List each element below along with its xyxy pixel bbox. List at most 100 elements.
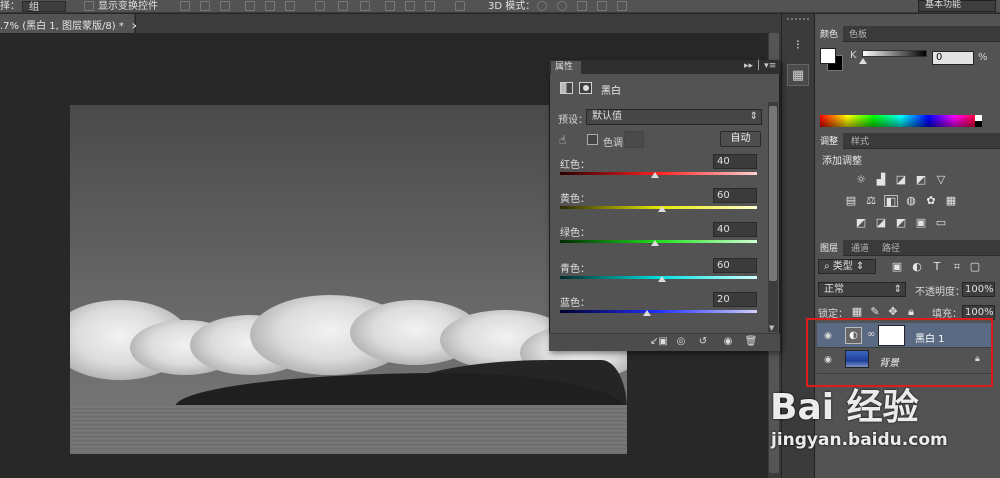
tab-layers[interactable]: 图层 bbox=[815, 240, 844, 256]
targeted-adjustment-hand-icon[interactable]: ☝ bbox=[559, 133, 566, 147]
curves-icon[interactable]: ◪ bbox=[894, 174, 908, 186]
align-top-icon[interactable] bbox=[180, 1, 190, 11]
k-channel-slider[interactable] bbox=[862, 50, 927, 57]
brightness-icon[interactable]: ☼ bbox=[854, 174, 868, 186]
sea bbox=[70, 405, 627, 454]
distribute-vcenter-icon[interactable] bbox=[338, 1, 348, 11]
align-left-icon[interactable] bbox=[245, 1, 255, 11]
slider-thumb[interactable] bbox=[650, 172, 659, 178]
opacity-label: 不透明度： bbox=[915, 287, 965, 298]
slider-value-field[interactable]: 40 bbox=[713, 222, 757, 237]
workspace-dropdown[interactable]: 基本功能 bbox=[918, 0, 996, 12]
k-value-field[interactable]: 0 bbox=[932, 51, 974, 65]
distribute-top-icon[interactable] bbox=[315, 1, 325, 11]
tab-properties[interactable]: 属性 bbox=[551, 61, 581, 74]
channel-mixer-icon[interactable]: ✿ bbox=[924, 195, 938, 207]
slider-value-field[interactable]: 60 bbox=[713, 258, 757, 273]
align-hcenter-icon[interactable] bbox=[265, 1, 275, 11]
threshold-icon[interactable]: ◩ bbox=[894, 217, 908, 229]
hue-saturation-icon[interactable]: ▤ bbox=[844, 195, 858, 207]
percent-label: % bbox=[978, 52, 988, 63]
selective-color-icon[interactable]: ▣ bbox=[914, 217, 928, 229]
tab-channels[interactable]: 通道 bbox=[846, 240, 874, 256]
3d-scale-icon[interactable] bbox=[617, 1, 627, 11]
foreground-color-swatch[interactable] bbox=[820, 48, 836, 64]
preset-dropdown[interactable]: 默认值 ⇕ bbox=[586, 109, 762, 125]
filter-adjustment-icon[interactable]: ◐ bbox=[910, 261, 924, 273]
distribute-left-icon[interactable] bbox=[385, 1, 395, 11]
adjustment-name: 黑白 bbox=[601, 86, 621, 97]
auto-align-icon[interactable] bbox=[455, 1, 465, 11]
tab-styles[interactable]: 样式 bbox=[846, 133, 874, 149]
exposure-icon[interactable]: ◩ bbox=[914, 174, 928, 186]
properties-scroll-thumb[interactable] bbox=[769, 106, 777, 281]
black-white-picker[interactable] bbox=[975, 115, 982, 127]
tint-checkbox[interactable] bbox=[587, 134, 598, 145]
filter-type-icon[interactable]: T bbox=[930, 261, 944, 273]
slider-value-field[interactable]: 40 bbox=[713, 154, 757, 169]
mask-icon[interactable] bbox=[579, 82, 592, 94]
search-icon: ⌕ bbox=[824, 261, 833, 272]
visibility-eye-icon[interactable]: ◉ bbox=[721, 336, 735, 348]
filter-smart-object-icon[interactable]: ▢ bbox=[968, 261, 982, 273]
layer-filter-dropdown[interactable]: ⌕ 类型 ⇕ bbox=[818, 259, 876, 274]
filter-pixel-icon[interactable]: ▣ bbox=[890, 261, 904, 273]
distribute-bottom-icon[interactable] bbox=[360, 1, 370, 11]
lock-image-icon[interactable]: ✎ bbox=[868, 306, 882, 318]
view-previous-state-icon[interactable]: ◎ bbox=[674, 336, 688, 348]
slider-value-field[interactable]: 60 bbox=[713, 188, 757, 203]
slider-track[interactable] bbox=[560, 310, 757, 313]
dock-grip[interactable] bbox=[787, 18, 809, 24]
reset-icon[interactable]: ↺ bbox=[696, 336, 710, 348]
lock-all-icon[interactable]: 🔒︎ bbox=[904, 306, 918, 318]
scroll-down-icon[interactable]: ▼ bbox=[769, 324, 774, 332]
filter-shape-icon[interactable]: ⌗ bbox=[950, 261, 964, 273]
slider-thumb[interactable] bbox=[650, 240, 659, 246]
slider-value-field[interactable]: 20 bbox=[713, 292, 757, 307]
tab-swatches[interactable]: 色板 bbox=[844, 26, 872, 42]
history-icon[interactable]: ⁝ bbox=[787, 35, 809, 57]
tint-color-swatch[interactable] bbox=[624, 131, 644, 148]
adjustment-type-icon bbox=[560, 82, 573, 94]
document-tab[interactable]: .7% (黑白 1, 图层蒙版/8) * × bbox=[0, 14, 139, 33]
show-transform-checkbox[interactable] bbox=[84, 1, 94, 11]
3d-rotate-icon[interactable] bbox=[537, 1, 547, 11]
levels-icon[interactable]: ▟ bbox=[874, 174, 888, 186]
delete-trash-icon[interactable]: 🗑︎ bbox=[744, 336, 758, 348]
color-lookup-icon[interactable]: ▦ bbox=[944, 195, 958, 207]
photo-filter-icon[interactable]: ◍ bbox=[904, 195, 918, 207]
slider-thumb[interactable] bbox=[642, 310, 651, 316]
mode-dropdown[interactable]: 组 bbox=[22, 1, 66, 12]
blend-mode-dropdown[interactable]: 正常 ⇕ bbox=[818, 282, 906, 297]
align-right-icon[interactable] bbox=[285, 1, 295, 11]
document-image[interactable] bbox=[70, 105, 627, 454]
vibrance-icon[interactable]: ▽ bbox=[934, 174, 948, 186]
tab-adjustments[interactable]: 调整 bbox=[815, 133, 844, 149]
align-vcenter-icon[interactable] bbox=[200, 1, 210, 11]
options-bar: 择： 组 显示变换控件 3D 模式： bbox=[0, 0, 1000, 13]
slider-thumb[interactable] bbox=[658, 206, 667, 212]
opacity-field[interactable]: 100% bbox=[962, 282, 995, 297]
distribute-right-icon[interactable] bbox=[425, 1, 435, 11]
auto-button[interactable]: 自动 bbox=[720, 131, 761, 147]
posterize-icon[interactable]: ◪ bbox=[874, 217, 888, 229]
3d-roll-icon[interactable] bbox=[557, 1, 567, 11]
chevron-icon: ⇕ bbox=[749, 111, 758, 122]
tab-paths[interactable]: 路径 bbox=[877, 240, 905, 256]
align-bottom-icon[interactable] bbox=[220, 1, 230, 11]
black-white-icon[interactable]: ◧ bbox=[884, 195, 898, 208]
k-slider-thumb[interactable] bbox=[859, 58, 867, 64]
color-balance-icon[interactable]: ⚖ bbox=[864, 195, 878, 207]
distribute-hcenter-icon[interactable] bbox=[405, 1, 415, 11]
gradient-map-icon[interactable]: ▭ bbox=[934, 217, 948, 229]
panel-menu-icon[interactable]: ▸▸ │ ▾≡ bbox=[744, 61, 776, 71]
tab-color[interactable]: 颜色 bbox=[815, 26, 844, 42]
lock-position-icon[interactable]: ✥ bbox=[886, 306, 900, 318]
clip-to-layer-icon[interactable]: ↙▣ bbox=[650, 336, 668, 348]
3d-slide-icon[interactable] bbox=[597, 1, 607, 11]
lock-transparent-icon[interactable]: ▦ bbox=[850, 306, 864, 318]
invert-icon[interactable]: ◩ bbox=[854, 217, 868, 229]
properties-panel-icon[interactable]: ▦ bbox=[787, 64, 809, 86]
3d-pan-icon[interactable] bbox=[577, 1, 587, 11]
slider-thumb[interactable] bbox=[658, 276, 667, 282]
